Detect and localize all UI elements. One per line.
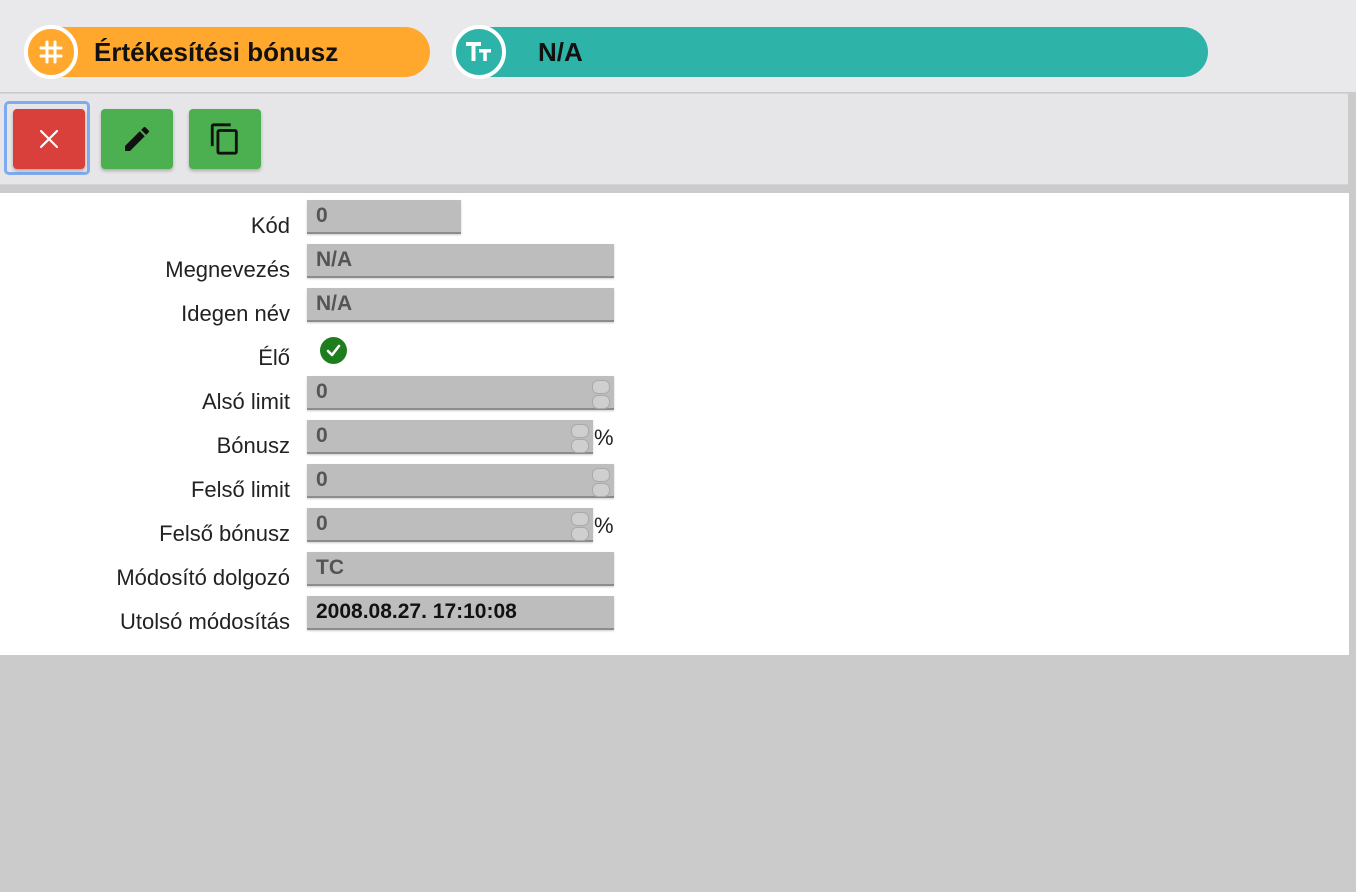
felso-limit-value: 0 xyxy=(316,468,328,491)
row-elo: Élő xyxy=(0,325,700,370)
felso-bonusz-unit: % xyxy=(594,513,614,538)
bonusz-field[interactable]: 0 xyxy=(307,420,593,454)
felso-bonusz-spinner[interactable] xyxy=(571,512,589,541)
close-icon xyxy=(39,129,59,149)
record-name-pill: N/A xyxy=(452,25,1208,79)
row-kod: Kód 0 xyxy=(0,193,700,238)
edit-button[interactable] xyxy=(101,109,173,169)
utolso-modositas-label: Utolsó módosítás xyxy=(120,609,290,634)
row-idegen-nev: Idegen név N/A xyxy=(0,281,700,326)
record-name-title: N/A xyxy=(538,37,583,67)
felso-limit-field[interactable]: 0 xyxy=(307,464,614,498)
hash-icon xyxy=(24,25,78,79)
kod-label: Kód xyxy=(250,213,290,238)
felso-limit-label: Felső limit xyxy=(190,477,290,502)
copy-button[interactable] xyxy=(189,109,261,169)
idegen-nev-field[interactable]: N/A xyxy=(307,288,614,322)
bonusz-spinner[interactable] xyxy=(571,424,589,453)
kod-field[interactable]: 0 xyxy=(307,200,461,234)
record-form: Kód 0 Megnevezés N/A Idegen név N/A Élő … xyxy=(0,193,1349,655)
modosito-dolgozo-field[interactable]: TC xyxy=(307,552,614,586)
row-utolso-modositas: Utolsó módosítás 2008.08.27. 17:10:08 xyxy=(0,589,700,634)
row-also-limit: Alsó limit 0 xyxy=(0,369,700,414)
modosito-dolgozo-label: Módosító dolgozó xyxy=(116,565,290,590)
also-limit-field[interactable]: 0 xyxy=(307,376,614,410)
also-limit-label: Alsó limit xyxy=(201,389,290,414)
felso-bonusz-value: 0 xyxy=(316,512,328,535)
also-limit-value: 0 xyxy=(316,380,328,403)
megnevezes-label: Megnevezés xyxy=(165,257,290,282)
close-button[interactable] xyxy=(13,109,85,169)
utolso-modositas-field[interactable]: 2008.08.27. 17:10:08 xyxy=(307,596,614,630)
text-type-icon xyxy=(452,25,506,79)
row-megnevezes: Megnevezés N/A xyxy=(0,237,700,282)
record-header: Értékesítési bónusz N/A xyxy=(0,0,1356,92)
row-bonusz: Bónusz 0 % xyxy=(0,413,700,458)
copy-icon xyxy=(210,123,238,155)
also-limit-spinner[interactable] xyxy=(592,380,610,409)
bonusz-value: 0 xyxy=(316,424,328,447)
felso-limit-spinner[interactable] xyxy=(592,468,610,497)
record-type-title: Értékesítési bónusz xyxy=(94,37,339,67)
megnevezes-field[interactable]: N/A xyxy=(307,244,614,278)
row-felso-limit: Felső limit 0 xyxy=(0,457,700,502)
toolbar xyxy=(0,93,1348,185)
idegen-nev-label: Idegen név xyxy=(181,301,290,326)
bonusz-unit: % xyxy=(594,425,614,450)
pencil-icon xyxy=(125,126,150,151)
active-checkbox[interactable] xyxy=(320,337,347,364)
elo-label: Élő xyxy=(258,345,290,370)
row-felso-bonusz: Felső bónusz 0 % xyxy=(0,501,700,546)
bonusz-label: Bónusz xyxy=(216,433,290,458)
felso-bonusz-label: Felső bónusz xyxy=(159,521,290,546)
checkmark-icon xyxy=(326,344,341,357)
row-modosito-dolgozo: Módosító dolgozó TC xyxy=(0,545,700,590)
record-type-pill: Értékesítési bónusz xyxy=(24,25,430,79)
felso-bonusz-field[interactable]: 0 xyxy=(307,508,593,542)
